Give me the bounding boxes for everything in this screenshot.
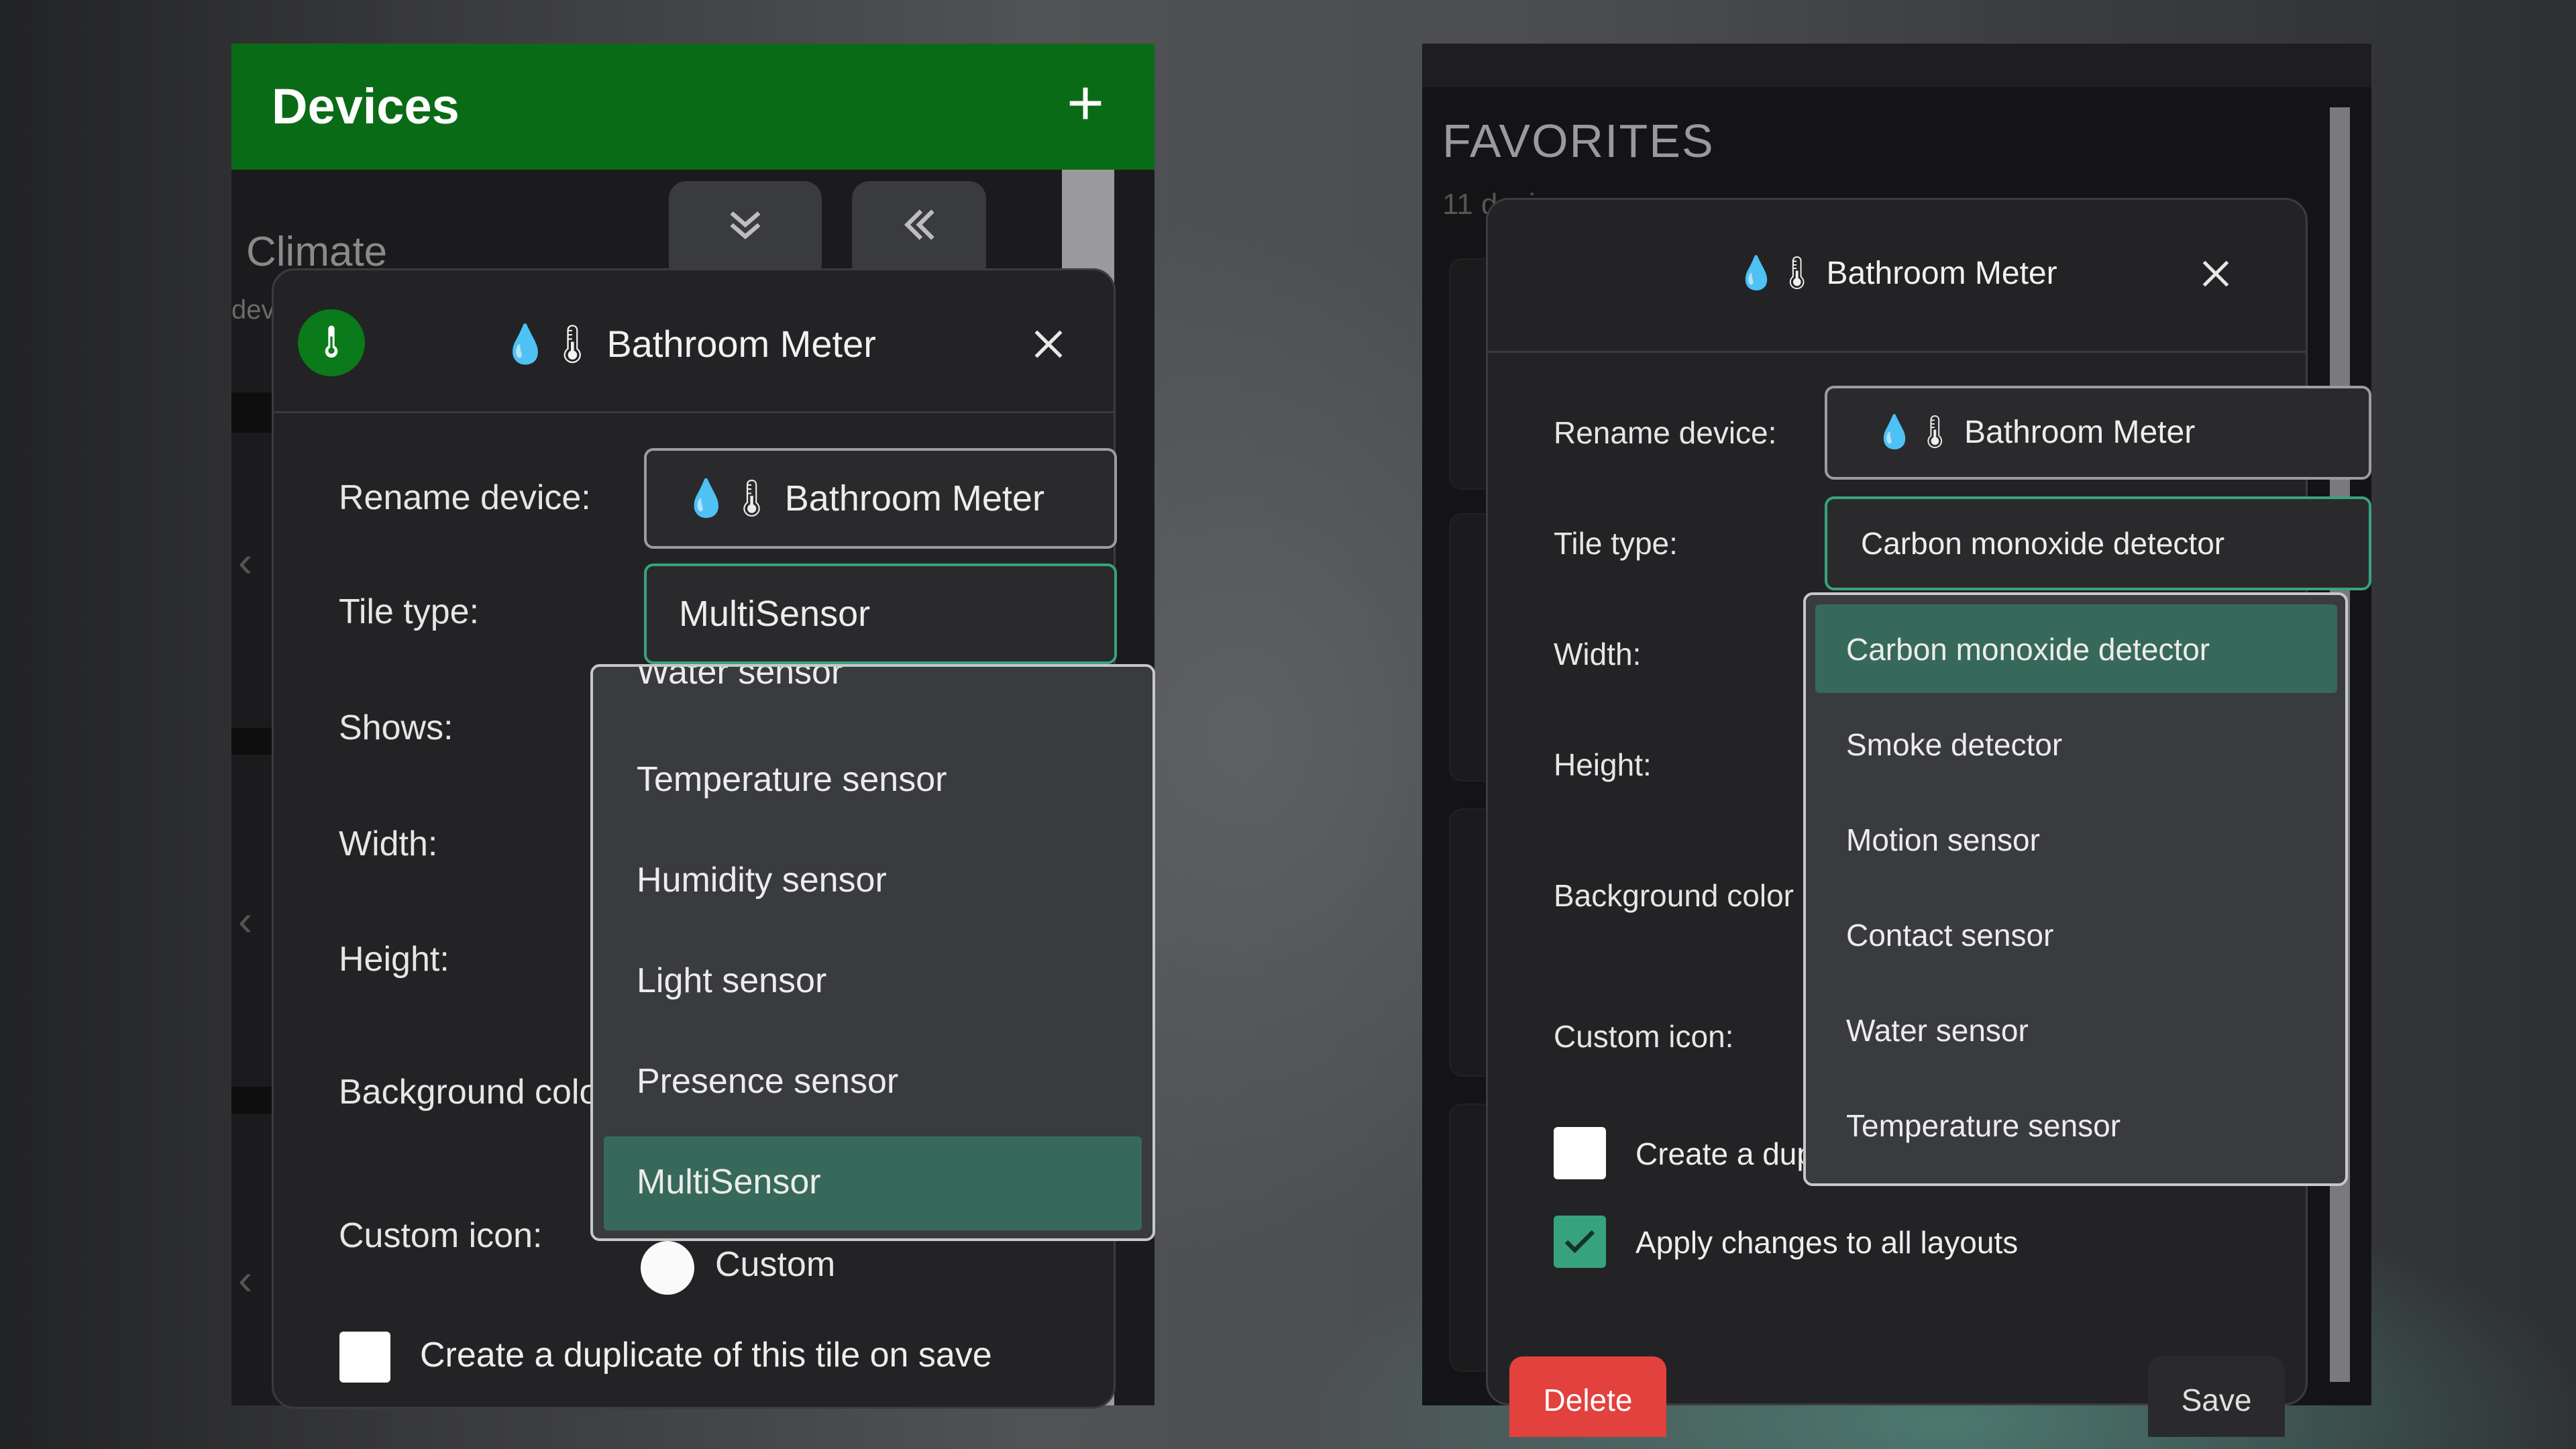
dropdown-option[interactable]: Temperature sensor: [1846, 1108, 2121, 1144]
tile-type-label: Tile type:: [1554, 526, 1678, 561]
device-avatar: [298, 309, 365, 376]
chevron-left-icon: ‹: [238, 537, 253, 586]
tile-type-select[interactable]: Carbon monoxide detector: [1825, 496, 2371, 590]
dropdown-option[interactable]: Motion sensor: [1846, 822, 2040, 858]
delete-button[interactable]: Delete: [1509, 1356, 1666, 1437]
add-device-button[interactable]: +: [1055, 71, 1116, 136]
dropdown-option-selected[interactable]: Carbon monoxide detector: [1815, 604, 2337, 693]
section-title: FAVORITES: [1442, 115, 1715, 167]
apply-all-checkbox[interactable]: [1554, 1216, 1606, 1268]
tile-type-dropdown: Carbon monoxide detector Smoke detector …: [1803, 592, 2348, 1186]
duplicate-label: Create a dup: [1635, 1136, 1814, 1171]
tile-type-label: Tile type:: [339, 592, 480, 631]
close-button[interactable]: [2182, 240, 2249, 307]
chevron-left-icon: ‹: [238, 1255, 253, 1303]
close-icon: [2202, 260, 2229, 287]
dialog-title: 💧🌡 Bathroom Meter: [502, 323, 876, 365]
dropdown-option-label: Carbon monoxide detector: [1846, 632, 2210, 667]
duplicate-checkbox[interactable]: [339, 1332, 390, 1383]
height-label: Height:: [1554, 747, 1652, 782]
width-label: Width:: [339, 824, 438, 863]
dropdown-option[interactable]: Contact sensor: [1846, 917, 2053, 953]
tile-type-select[interactable]: MultiSensor: [644, 564, 1117, 664]
apply-all-label: Apply changes to all layouts: [1635, 1225, 2019, 1260]
dropdown-option-selected[interactable]: MultiSensor: [604, 1136, 1142, 1230]
duplicate-label: Create a duplicate of this tile on save: [420, 1336, 992, 1375]
double-chevron-down-icon: [730, 211, 761, 239]
height-label: Height:: [339, 940, 449, 979]
dropdown-option[interactable]: Light sensor: [637, 961, 826, 1001]
background-color-label: Background color: [1554, 878, 1794, 913]
custom-icon-label: Custom icon:: [339, 1216, 543, 1255]
chevron-left-icon: ‹: [238, 896, 253, 945]
page-title: Devices: [272, 78, 460, 134]
dropdown-option[interactable]: Temperature sensor: [637, 759, 947, 800]
dropdown-option[interactable]: Smoke detector: [1846, 727, 2062, 763]
close-icon: [1034, 330, 1063, 358]
custom-icon-label: Custom icon:: [1554, 1019, 1734, 1054]
dropdown-option[interactable]: Humidity sensor: [637, 860, 887, 900]
width-label: Width:: [1554, 637, 1642, 672]
background-tile: [231, 392, 272, 433]
custom-icon-radio[interactable]: [641, 1241, 694, 1295]
collapse-all-button[interactable]: [669, 181, 822, 282]
rename-label: Rename device:: [339, 478, 591, 517]
custom-icon-radio-label: Custom: [715, 1245, 836, 1284]
tile-type-dropdown: Water sensor Temperature sensor Humidity…: [590, 664, 1155, 1241]
background-color-label: Background colo: [339, 1073, 599, 1112]
dialog-divider: [274, 411, 1114, 413]
rename-input[interactable]: 💧🌡 Bathroom Meter: [1825, 386, 2371, 480]
app-header: Devices +: [231, 44, 1155, 170]
background-tile: [231, 1087, 272, 1114]
dropdown-option-label: MultiSensor: [637, 1163, 821, 1201]
save-button[interactable]: Save: [2148, 1356, 2285, 1437]
rename-label: Rename device:: [1554, 415, 1777, 450]
back-button[interactable]: [852, 181, 986, 282]
dropdown-option[interactable]: Presence sensor: [637, 1061, 898, 1102]
rename-input[interactable]: 💧🌡 Bathroom Meter: [644, 448, 1117, 549]
section-subtitle: dev: [231, 295, 275, 325]
thermometer-icon: [325, 325, 338, 358]
check-icon: [1564, 1230, 1595, 1254]
dialog-divider: [1488, 351, 2306, 353]
plus-icon: +: [1066, 67, 1105, 139]
background-tile: [231, 728, 272, 755]
duplicate-checkbox[interactable]: [1554, 1127, 1606, 1179]
status-bar: [1422, 44, 2371, 87]
close-button[interactable]: [1015, 311, 1082, 378]
dropdown-option[interactable]: Water sensor: [1846, 1012, 2029, 1049]
shows-label: Shows:: [339, 708, 453, 747]
dropdown-option[interactable]: Water sensor: [637, 667, 843, 692]
double-chevron-left-icon: [904, 209, 934, 240]
